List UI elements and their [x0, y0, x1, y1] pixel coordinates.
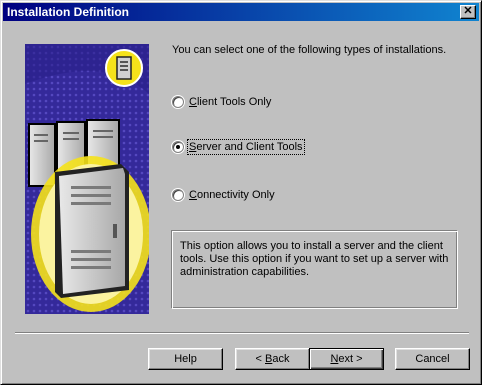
option-description-box: This option allows you to install a serv… [171, 230, 458, 309]
close-button[interactable]: ✕ [460, 5, 476, 19]
option-label-server-client: Server and Client Tools [187, 139, 305, 155]
radio-client-tools-only[interactable] [172, 96, 184, 108]
button-separator [15, 332, 469, 334]
back-button-label: < Back [255, 353, 290, 365]
window-title: Installation Definition [7, 5, 129, 19]
option-label-connectivity: Connectivity Only [189, 189, 275, 201]
option-server-and-client-tools[interactable]: Server and Client Tools [172, 139, 305, 155]
close-icon: ✕ [463, 5, 473, 17]
server-badge-icon [105, 49, 143, 87]
cancel-button-label: Cancel [415, 353, 450, 365]
installation-definition-dialog: Installation Definition ✕ You can select… [0, 0, 482, 385]
option-client-tools-only[interactable]: Client Tools Only [172, 94, 271, 110]
option-description-text: This option allows you to install a serv… [180, 240, 449, 278]
help-button[interactable]: Help [148, 348, 223, 370]
radio-connectivity-only[interactable] [172, 189, 184, 201]
radio-server-and-client-tools[interactable] [172, 141, 184, 153]
next-button[interactable]: Next > [309, 348, 384, 370]
intro-text: You can select one of the following type… [172, 44, 447, 56]
help-button-label: Help [174, 353, 197, 365]
back-button[interactable]: < Back [235, 348, 310, 370]
option-connectivity-only[interactable]: Connectivity Only [172, 187, 275, 203]
cancel-button[interactable]: Cancel [395, 348, 470, 370]
title-bar: Installation Definition ✕ [3, 3, 479, 21]
server-computers-illustration [25, 44, 149, 314]
option-label-client-tools: Client Tools Only [189, 96, 272, 108]
next-button-label: Next > [330, 353, 363, 365]
